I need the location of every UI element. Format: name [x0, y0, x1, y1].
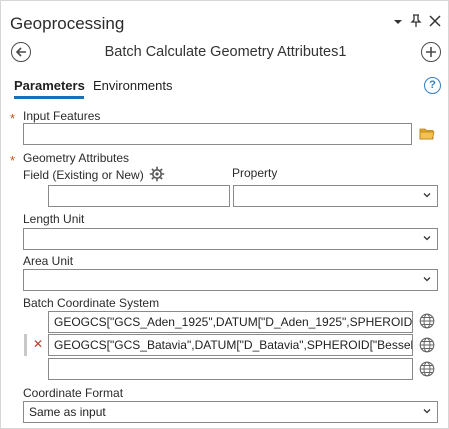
- input-features-field[interactable]: [23, 123, 412, 145]
- globe-icon: [419, 337, 435, 353]
- field-input[interactable]: [48, 185, 230, 207]
- field-column-header: Field (Existing or New): [23, 168, 144, 182]
- pane-menu-button[interactable]: [390, 15, 406, 31]
- gear-icon: [149, 166, 165, 182]
- close-icon: [429, 15, 441, 27]
- globe-icon: [419, 313, 435, 329]
- chevron-down-icon: [423, 409, 431, 414]
- coordinate-format-dropdown[interactable]: Same as input: [23, 401, 438, 423]
- coordinate-format-label: Coordinate Format: [23, 386, 124, 400]
- coordinate-system-picker-button[interactable]: [419, 313, 435, 332]
- tool-name: Batch Calculate Geometry Attributes1: [104, 44, 347, 60]
- coordinate-system-picker-button[interactable]: [419, 361, 435, 380]
- remove-row-button[interactable]: ✕: [33, 337, 43, 351]
- chevron-down-icon: [423, 277, 431, 282]
- globe-icon: [419, 361, 435, 377]
- coordinate-system-row[interactable]: [48, 358, 413, 380]
- row-drag-handle[interactable]: [24, 334, 27, 356]
- help-button[interactable]: ?: [424, 77, 441, 94]
- chevron-down-icon: [423, 193, 431, 198]
- browse-button[interactable]: [419, 127, 435, 143]
- close-icon: ✕: [33, 337, 44, 351]
- chevron-down-icon: [394, 20, 402, 24]
- chevron-down-icon: [423, 236, 431, 241]
- tab-environments[interactable]: Environments: [93, 78, 172, 93]
- help-icon: ?: [429, 79, 436, 91]
- coordinate-system-row[interactable]: GEOGCS["GCS_Aden_1925",DATUM["D_Aden_192…: [48, 311, 413, 333]
- pin-button[interactable]: [408, 14, 424, 30]
- pin-icon: [410, 14, 422, 27]
- batch-coordinate-system-label: Batch Coordinate System: [23, 296, 160, 310]
- field-settings-button[interactable]: [149, 166, 165, 185]
- folder-icon: [419, 128, 435, 140]
- geometry-attributes-label: Geometry Attributes: [23, 151, 130, 165]
- length-unit-dropdown[interactable]: [23, 228, 438, 250]
- length-unit-label: Length Unit: [23, 212, 85, 226]
- property-dropdown[interactable]: [233, 185, 438, 207]
- tab-parameters[interactable]: Parameters: [14, 78, 85, 93]
- active-tab-indicator: [14, 96, 84, 99]
- pane-title: Geoprocessing: [10, 14, 125, 33]
- coordinate-system-row[interactable]: GEOGCS["GCS_Batavia",DATUM["D_Batavia",S…: [48, 334, 413, 356]
- add-button[interactable]: [421, 42, 441, 62]
- close-button[interactable]: [427, 15, 443, 31]
- geoprocessing-pane: Geoprocessing Batch Calculate Geometry A…: [0, 0, 449, 429]
- input-features-label: Input Features: [23, 109, 101, 123]
- plus-icon: [426, 47, 436, 57]
- required-marker: *: [10, 111, 16, 126]
- property-column-header: Property: [232, 166, 278, 180]
- coordinate-system-picker-button[interactable]: [419, 337, 435, 356]
- required-marker: *: [10, 153, 16, 168]
- area-unit-label: Area Unit: [23, 254, 74, 268]
- area-unit-dropdown[interactable]: [23, 269, 438, 291]
